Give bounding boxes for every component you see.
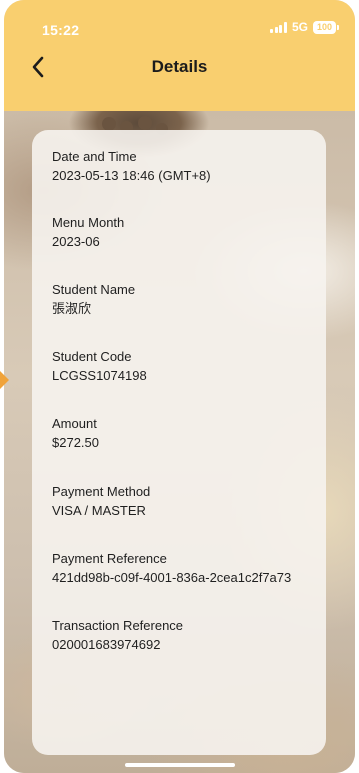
field-label: Date and Time (52, 149, 137, 164)
field-amount: Amount $272.50 (52, 414, 322, 452)
field-value: 2023-06 (52, 234, 100, 249)
status-indicators: 5G 100 (270, 20, 339, 34)
field-value: 020001683974692 (52, 637, 161, 652)
network-label: 5G (291, 20, 308, 34)
field-label: Amount (52, 416, 97, 431)
field-value: 張淑欣 (52, 301, 92, 316)
field-value: 2023-05-13 18:46 (GMT+8) (52, 168, 211, 183)
status-bar: 15:22 5G 100 (4, 0, 355, 44)
phone-screen: 15:22 5G 100 Details Date and Time 2023-… (4, 0, 355, 773)
field-student-name: Student Name 張淑欣 (52, 280, 322, 318)
status-time: 15:22 (42, 22, 80, 38)
field-transaction-reference: Transaction Reference 020001683974692 (52, 616, 322, 654)
page-title: Details (151, 57, 208, 76)
field-value: $272.50 (52, 435, 99, 450)
field-label: Menu Month (52, 215, 125, 230)
field-value: 421dd98b-c09f-4001-836a-2cea1c2f7a73 (52, 570, 292, 585)
app-header: 15:22 5G 100 Details (4, 0, 355, 111)
home-indicator[interactable] (125, 763, 235, 767)
field-payment-reference: Payment Reference 421dd98b-c09f-4001-836… (52, 549, 322, 587)
field-date-time: Date and Time 2023-05-13 18:46 (GMT+8) (52, 147, 322, 185)
details-card: Date and Time 2023-05-13 18:46 (GMT+8) M… (32, 130, 326, 755)
signal-icon (270, 21, 287, 33)
field-label: Payment Method (52, 484, 151, 499)
field-value: LCGSS1074198 (52, 368, 147, 383)
left-edge-marker (0, 371, 9, 389)
field-label: Student Name (52, 282, 136, 297)
field-payment-method: Payment Method VISA / MASTER (52, 482, 322, 520)
field-student-code: Student Code LCGSS1074198 (52, 347, 322, 385)
field-value: VISA / MASTER (52, 503, 146, 518)
battery-icon: 100 (313, 20, 339, 34)
field-label: Payment Reference (52, 551, 167, 566)
battery-level: 100 (313, 20, 336, 34)
field-label: Transaction Reference (52, 618, 184, 633)
field-menu-month: Menu Month 2023-06 (52, 213, 322, 251)
field-label: Student Code (52, 349, 132, 364)
